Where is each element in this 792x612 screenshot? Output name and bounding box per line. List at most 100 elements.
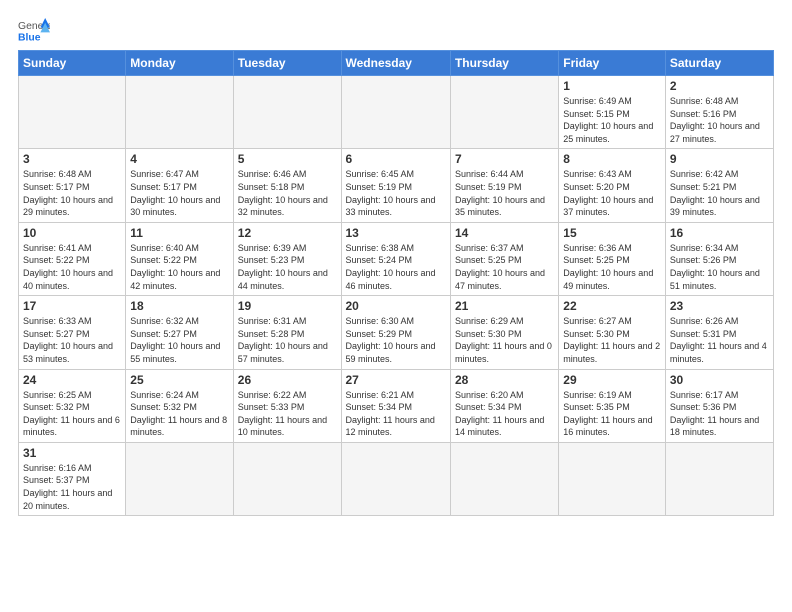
calendar-header-sunday: Sunday [19,51,126,76]
calendar-cell: 7 Sunrise: 6:44 AM Sunset: 5:19 PM Daylig… [450,149,558,222]
calendar-cell: 13 Sunrise: 6:38 AM Sunset: 5:24 PM Dayli… [341,222,450,295]
calendar-cell: 3 Sunrise: 6:48 AM Sunset: 5:17 PM Daylig… [19,149,126,222]
day-number: 2 [670,79,769,93]
day-number: 12 [238,226,337,240]
day-info: Sunrise: 6:48 AM Sunset: 5:17 PM Dayligh… [23,168,121,218]
calendar-header-friday: Friday [559,51,666,76]
calendar-table: SundayMondayTuesdayWednesdayThursdayFrid… [18,50,774,516]
day-number: 27 [346,373,446,387]
header: General Blue [18,16,774,44]
calendar-week-0: 1 Sunrise: 6:49 AM Sunset: 5:15 PM Daylig… [19,76,774,149]
calendar-cell [19,76,126,149]
day-number: 8 [563,152,661,166]
logo-icon: General Blue [18,16,50,44]
day-info: Sunrise: 6:31 AM Sunset: 5:28 PM Dayligh… [238,315,337,365]
day-info: Sunrise: 6:24 AM Sunset: 5:32 PM Dayligh… [130,389,228,439]
page: General Blue SundayMondayTuesdayWednesda… [0,0,792,612]
day-number: 9 [670,152,769,166]
calendar-cell [450,442,558,515]
calendar-week-4: 24Sunrise: 6:25 AM Sunset: 5:32 PM Dayli… [19,369,774,442]
day-number: 22 [563,299,661,313]
calendar-cell: 17Sunrise: 6:33 AM Sunset: 5:27 PM Dayli… [19,296,126,369]
day-info: Sunrise: 6:39 AM Sunset: 5:23 PM Dayligh… [238,242,337,292]
calendar-cell [233,442,341,515]
calendar-header-saturday: Saturday [665,51,773,76]
day-info: Sunrise: 6:33 AM Sunset: 5:27 PM Dayligh… [23,315,121,365]
day-number: 28 [455,373,554,387]
day-number: 1 [563,79,661,93]
calendar-cell [126,442,233,515]
calendar-cell [126,76,233,149]
calendar-week-3: 17Sunrise: 6:33 AM Sunset: 5:27 PM Dayli… [19,296,774,369]
day-info: Sunrise: 6:44 AM Sunset: 5:19 PM Dayligh… [455,168,554,218]
calendar-header-tuesday: Tuesday [233,51,341,76]
calendar-cell [341,442,450,515]
calendar-header-thursday: Thursday [450,51,558,76]
calendar-cell: 21 Sunrise: 6:29 AM Sunset: 5:30 PM Dayli… [450,296,558,369]
day-info: Sunrise: 6:26 AM Sunset: 5:31 PM Dayligh… [670,315,769,365]
day-info: Sunrise: 6:29 AM Sunset: 5:30 PM Dayligh… [455,315,554,365]
day-number: 16 [670,226,769,240]
calendar-cell: 20Sunrise: 6:30 AM Sunset: 5:29 PM Dayli… [341,296,450,369]
day-info: Sunrise: 6:21 AM Sunset: 5:34 PM Dayligh… [346,389,446,439]
calendar-cell: 28 Sunrise: 6:20 AM Sunset: 5:34 PM Dayli… [450,369,558,442]
day-number: 11 [130,226,228,240]
calendar-header-row: SundayMondayTuesdayWednesdayThursdayFrid… [19,51,774,76]
day-info: Sunrise: 6:48 AM Sunset: 5:16 PM Dayligh… [670,95,769,145]
calendar-cell: 1 Sunrise: 6:49 AM Sunset: 5:15 PM Daylig… [559,76,666,149]
day-info: Sunrise: 6:19 AM Sunset: 5:35 PM Dayligh… [563,389,661,439]
day-info: Sunrise: 6:38 AM Sunset: 5:24 PM Dayligh… [346,242,446,292]
calendar-week-1: 3 Sunrise: 6:48 AM Sunset: 5:17 PM Daylig… [19,149,774,222]
day-number: 18 [130,299,228,313]
day-number: 3 [23,152,121,166]
day-info: Sunrise: 6:34 AM Sunset: 5:26 PM Dayligh… [670,242,769,292]
calendar-cell: 27 Sunrise: 6:21 AM Sunset: 5:34 PM Dayli… [341,369,450,442]
day-number: 30 [670,373,769,387]
calendar-cell: 14Sunrise: 6:37 AM Sunset: 5:25 PM Dayli… [450,222,558,295]
day-number: 10 [23,226,121,240]
day-number: 4 [130,152,228,166]
day-info: Sunrise: 6:30 AM Sunset: 5:29 PM Dayligh… [346,315,446,365]
svg-text:Blue: Blue [18,32,41,43]
calendar-cell: 31Sunrise: 6:16 AM Sunset: 5:37 PM Dayli… [19,442,126,515]
day-number: 5 [238,152,337,166]
day-number: 25 [130,373,228,387]
calendar-cell: 15 Sunrise: 6:36 AM Sunset: 5:25 PM Dayli… [559,222,666,295]
day-info: Sunrise: 6:47 AM Sunset: 5:17 PM Dayligh… [130,168,228,218]
calendar-cell: 16 Sunrise: 6:34 AM Sunset: 5:26 PM Dayli… [665,222,773,295]
day-info: Sunrise: 6:32 AM Sunset: 5:27 PM Dayligh… [130,315,228,365]
calendar-cell: 11 Sunrise: 6:40 AM Sunset: 5:22 PM Dayli… [126,222,233,295]
day-info: Sunrise: 6:27 AM Sunset: 5:30 PM Dayligh… [563,315,661,365]
day-info: Sunrise: 6:45 AM Sunset: 5:19 PM Dayligh… [346,168,446,218]
day-number: 6 [346,152,446,166]
day-number: 29 [563,373,661,387]
day-info: Sunrise: 6:20 AM Sunset: 5:34 PM Dayligh… [455,389,554,439]
day-number: 19 [238,299,337,313]
day-number: 14 [455,226,554,240]
calendar-cell: 23 Sunrise: 6:26 AM Sunset: 5:31 PM Dayli… [665,296,773,369]
day-number: 23 [670,299,769,313]
calendar-cell [233,76,341,149]
calendar-cell: 5 Sunrise: 6:46 AM Sunset: 5:18 PM Daylig… [233,149,341,222]
calendar-cell: 12 Sunrise: 6:39 AM Sunset: 5:23 PM Dayli… [233,222,341,295]
day-number: 15 [563,226,661,240]
day-info: Sunrise: 6:25 AM Sunset: 5:32 PM Dayligh… [23,389,121,439]
calendar-cell: 25 Sunrise: 6:24 AM Sunset: 5:32 PM Dayli… [126,369,233,442]
calendar-week-2: 10 Sunrise: 6:41 AM Sunset: 5:22 PM Dayli… [19,222,774,295]
day-info: Sunrise: 6:43 AM Sunset: 5:20 PM Dayligh… [563,168,661,218]
day-number: 7 [455,152,554,166]
calendar-cell: 22 Sunrise: 6:27 AM Sunset: 5:30 PM Dayli… [559,296,666,369]
day-info: Sunrise: 6:46 AM Sunset: 5:18 PM Dayligh… [238,168,337,218]
calendar-cell: 30 Sunrise: 6:17 AM Sunset: 5:36 PM Dayli… [665,369,773,442]
day-number: 31 [23,446,121,460]
calendar-cell [341,76,450,149]
calendar-header-wednesday: Wednesday [341,51,450,76]
day-info: Sunrise: 6:49 AM Sunset: 5:15 PM Dayligh… [563,95,661,145]
day-info: Sunrise: 6:36 AM Sunset: 5:25 PM Dayligh… [563,242,661,292]
day-info: Sunrise: 6:41 AM Sunset: 5:22 PM Dayligh… [23,242,121,292]
day-number: 13 [346,226,446,240]
calendar-cell: 26Sunrise: 6:22 AM Sunset: 5:33 PM Dayli… [233,369,341,442]
day-info: Sunrise: 6:40 AM Sunset: 5:22 PM Dayligh… [130,242,228,292]
day-number: 21 [455,299,554,313]
day-info: Sunrise: 6:17 AM Sunset: 5:36 PM Dayligh… [670,389,769,439]
